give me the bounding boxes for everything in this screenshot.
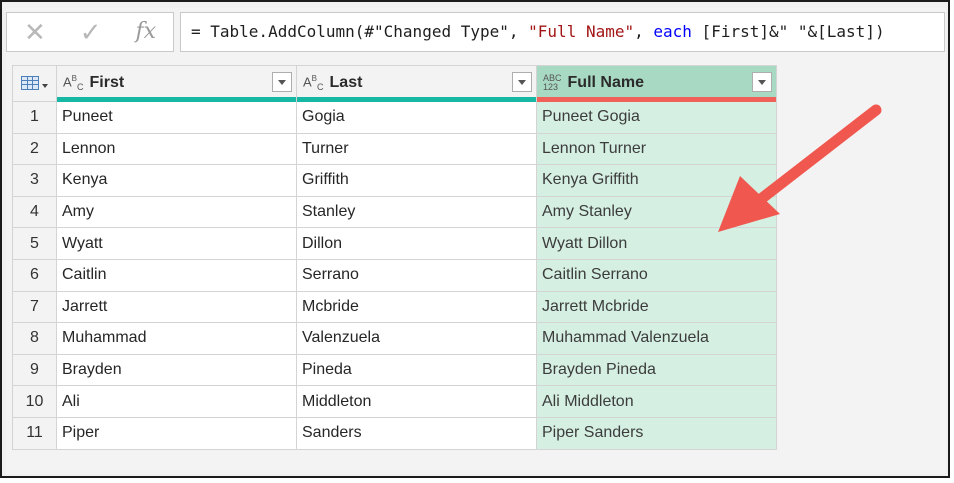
arrow-head <box>718 176 780 232</box>
arrow-shaft <box>746 104 882 212</box>
annotation-arrow-icon <box>718 104 882 232</box>
